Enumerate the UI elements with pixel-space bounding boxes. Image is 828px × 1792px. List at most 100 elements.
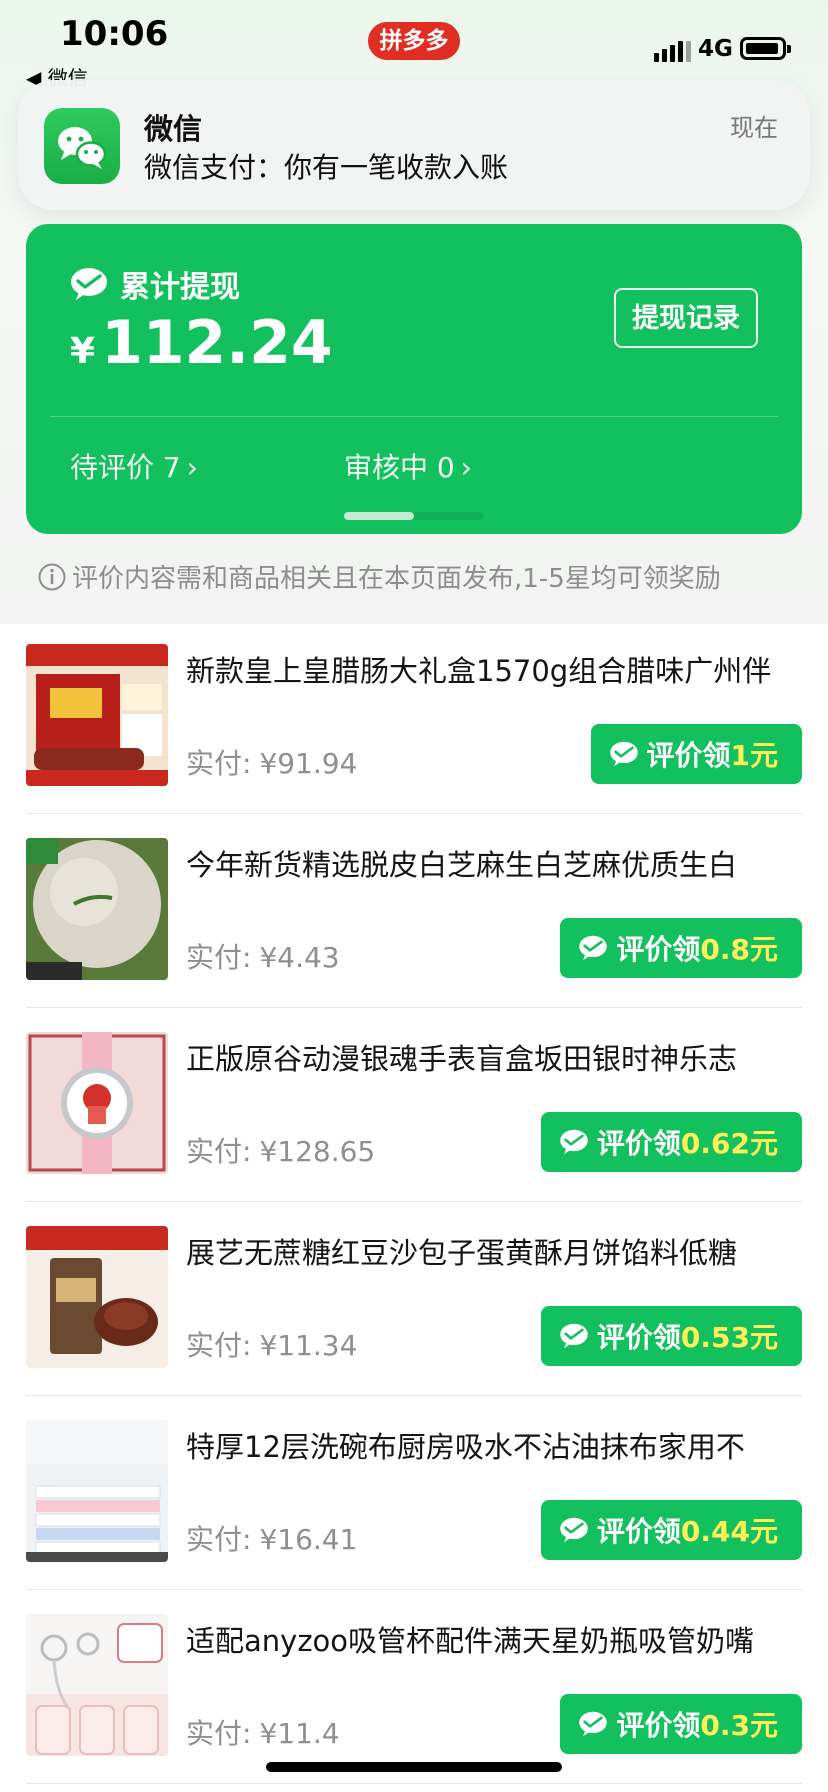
pending-review-link[interactable]: 待评价 7 › — [70, 446, 198, 486]
wechat-pay-icon — [560, 1129, 588, 1155]
reward-amount: 0.8元 — [700, 933, 778, 966]
signal-bars-icon — [654, 38, 691, 62]
review-button-label: 评价领 — [596, 1321, 681, 1354]
product-price: 实付: ¥128.65 — [186, 1130, 375, 1170]
review-product-list: 新款皇上皇腊肠大礼盒1570g组合腊味广州伴 实付:¥91.94 评价领1元 — [0, 624, 828, 1792]
notice-text: 评价内容需和商品相关且在本页面发布,1-5星均可领奖励 — [72, 564, 721, 594]
product-title[interactable]: 今年新货精选脱皮白芝麻生白芝麻优质生白 — [186, 842, 802, 884]
chevron-right-icon: › — [186, 451, 198, 484]
wechat-app-icon — [44, 108, 120, 184]
withdrawal-records-button[interactable]: 提现记录 — [614, 288, 758, 348]
reward-amount: 0.62元 — [680, 1127, 778, 1160]
pinduoduo-badge: 拼多多 — [368, 22, 460, 60]
review-button-label: 评价领 — [646, 739, 731, 772]
product-thumbnail[interactable] — [26, 1614, 168, 1756]
card-page-indicator — [344, 512, 484, 520]
sausage-gift-box-image — [26, 644, 168, 786]
product-row: 正版原谷动漫银魂手表盲盒坂田银时神乐志 实付: ¥128.65 评价领 0.62元 — [26, 1008, 802, 1202]
straw-cup-parts-image — [26, 1614, 168, 1756]
under-review-label: 审核中 0 — [344, 451, 455, 484]
wechat-pay-icon — [560, 1517, 588, 1543]
product-thumbnail[interactable] — [26, 644, 168, 786]
price-value: ¥11.4 — [259, 1717, 340, 1750]
chevron-right-icon: › — [460, 451, 472, 484]
review-reward-button[interactable]: 评价领 0.53元 — [540, 1306, 802, 1366]
notification-time: 现在 — [730, 114, 778, 142]
price-label: 实付: — [186, 1135, 252, 1168]
review-reward-button[interactable]: 评价领 0.44元 — [540, 1500, 802, 1560]
price-label: 实付: — [186, 1523, 252, 1556]
reward-amount: 0.3元 — [700, 1709, 778, 1742]
price-label: 实付: — [186, 1329, 252, 1362]
product-price: 实付: ¥16.41 — [186, 1518, 357, 1558]
product-row: 新款皇上皇腊肠大礼盒1570g组合腊味广州伴 实付: ¥91.94 评价领 1元 — [26, 620, 802, 814]
product-row: 适配anyzoo吸管杯配件满天星奶瓶吸管奶嘴 实付: ¥11.4 评价领 0.3元 — [26, 1590, 802, 1784]
white-sesame-image — [26, 838, 168, 980]
card-header: 累计提现 — [70, 262, 240, 306]
price-value: ¥91.94 — [259, 747, 358, 780]
price-label: 实付: — [186, 1717, 252, 1750]
anime-watch-image — [26, 1032, 168, 1174]
wechat-pay-icon — [609, 741, 638, 767]
review-reward-button[interactable]: 评价领 0.8元 — [560, 918, 802, 978]
product-price: 实付: ¥4.43 — [186, 936, 340, 976]
wechat-pay-icon — [579, 935, 608, 961]
price-label: 实付: — [186, 747, 252, 780]
status-bar: 10:06 ◀ 微信 拼多多 4G — [0, 0, 828, 92]
reward-amount: 0.44元 — [680, 1515, 778, 1548]
withdrawal-summary-card: 累计提现 ¥112.24 提现记录 待评价 7 › 审核中 0 › — [26, 224, 802, 534]
review-reward-button[interactable]: 评价领 0.3元 — [560, 1694, 802, 1754]
review-reward-button[interactable]: 评价领 1元 — [590, 724, 802, 784]
product-title[interactable]: 适配anyzoo吸管杯配件满天星奶瓶吸管奶嘴 — [186, 1618, 802, 1660]
wechat-notification-banner[interactable]: 微信 微信支付：你有一笔收款入账 现在 — [18, 80, 810, 210]
under-review-link[interactable]: 审核中 0 › — [344, 446, 472, 486]
cumulative-withdrawal-title: 累计提现 — [120, 270, 240, 305]
review-reward-button[interactable]: 评价领 0.62元 — [540, 1112, 802, 1172]
product-price: 实付: ¥91.94 — [186, 742, 357, 782]
product-row: 今年新货精选脱皮白芝麻生白芝麻优质生白 实付: ¥4.43 评价领 0.8元 — [26, 814, 802, 1008]
product-price: 实付: ¥11.4 — [186, 1712, 340, 1752]
notification-app-name: 微信 — [144, 112, 203, 146]
price-value: ¥4.43 — [259, 941, 340, 974]
product-row: 特厚12层洗碗布厨房吸水不沾油抹布家用不 实付: ¥16.41 评价领 0.44元 — [26, 1396, 802, 1590]
info-icon — [38, 563, 66, 590]
product-thumbnail[interactable] — [26, 1226, 168, 1368]
status-time: 10:06 — [60, 14, 169, 54]
currency-symbol: ¥ — [70, 331, 96, 372]
price-value: ¥11.34 — [259, 1329, 358, 1362]
product-title[interactable]: 正版原谷动漫银魂手表盲盒坂田银时神乐志 — [186, 1036, 802, 1078]
red-bean-paste-image — [26, 1226, 168, 1368]
reward-amount: 0.53元 — [680, 1321, 778, 1354]
price-value: ¥128.65 — [259, 1135, 376, 1168]
product-thumbnail[interactable] — [26, 838, 168, 980]
price-label: 实付: — [186, 941, 252, 974]
dishcloth-image — [26, 1420, 168, 1562]
review-button-label: 评价领 — [596, 1127, 681, 1160]
review-button-label: 评价领 — [616, 933, 701, 966]
network-type: 4G — [698, 36, 733, 62]
review-rules-notice: 评价内容需和商品相关且在本页面发布,1-5星均可领奖励 — [38, 558, 798, 595]
product-title[interactable]: 特厚12层洗碗布厨房吸水不沾油抹布家用不 — [186, 1424, 802, 1466]
product-thumbnail[interactable] — [26, 1032, 168, 1174]
product-row: 展艺无蔗糖红豆沙包子蛋黄酥月饼馅料低糖 实付: ¥11.34 评价领 0.53元 — [26, 1202, 802, 1396]
product-title[interactable]: 展艺无蔗糖红豆沙包子蛋黄酥月饼馅料低糖 — [186, 1230, 802, 1272]
home-indicator[interactable] — [266, 1762, 562, 1772]
price-value: ¥16.41 — [259, 1523, 358, 1556]
wechat-pay-icon — [71, 268, 107, 300]
card-divider — [50, 416, 778, 417]
reward-amount: 1元 — [730, 739, 778, 772]
battery-icon — [740, 37, 791, 60]
wechat-pay-icon — [579, 1711, 608, 1737]
wechat-pay-icon — [560, 1323, 588, 1349]
wechat-chat-bubbles-icon — [58, 127, 107, 169]
pending-review-label: 待评价 7 — [70, 451, 181, 484]
row-divider — [26, 1783, 802, 1784]
review-button-label: 评价领 — [596, 1515, 681, 1548]
page-indicator-active — [344, 512, 414, 520]
review-button-label: 评价领 — [616, 1709, 701, 1742]
product-thumbnail[interactable] — [26, 1420, 168, 1562]
product-price: 实付: ¥11.34 — [186, 1324, 357, 1364]
product-title[interactable]: 新款皇上皇腊肠大礼盒1570g组合腊味广州伴 — [186, 648, 802, 690]
withdrawal-amount: ¥112.24 — [70, 308, 333, 378]
notification-message: 微信支付：你有一笔收款入账 — [144, 151, 509, 184]
